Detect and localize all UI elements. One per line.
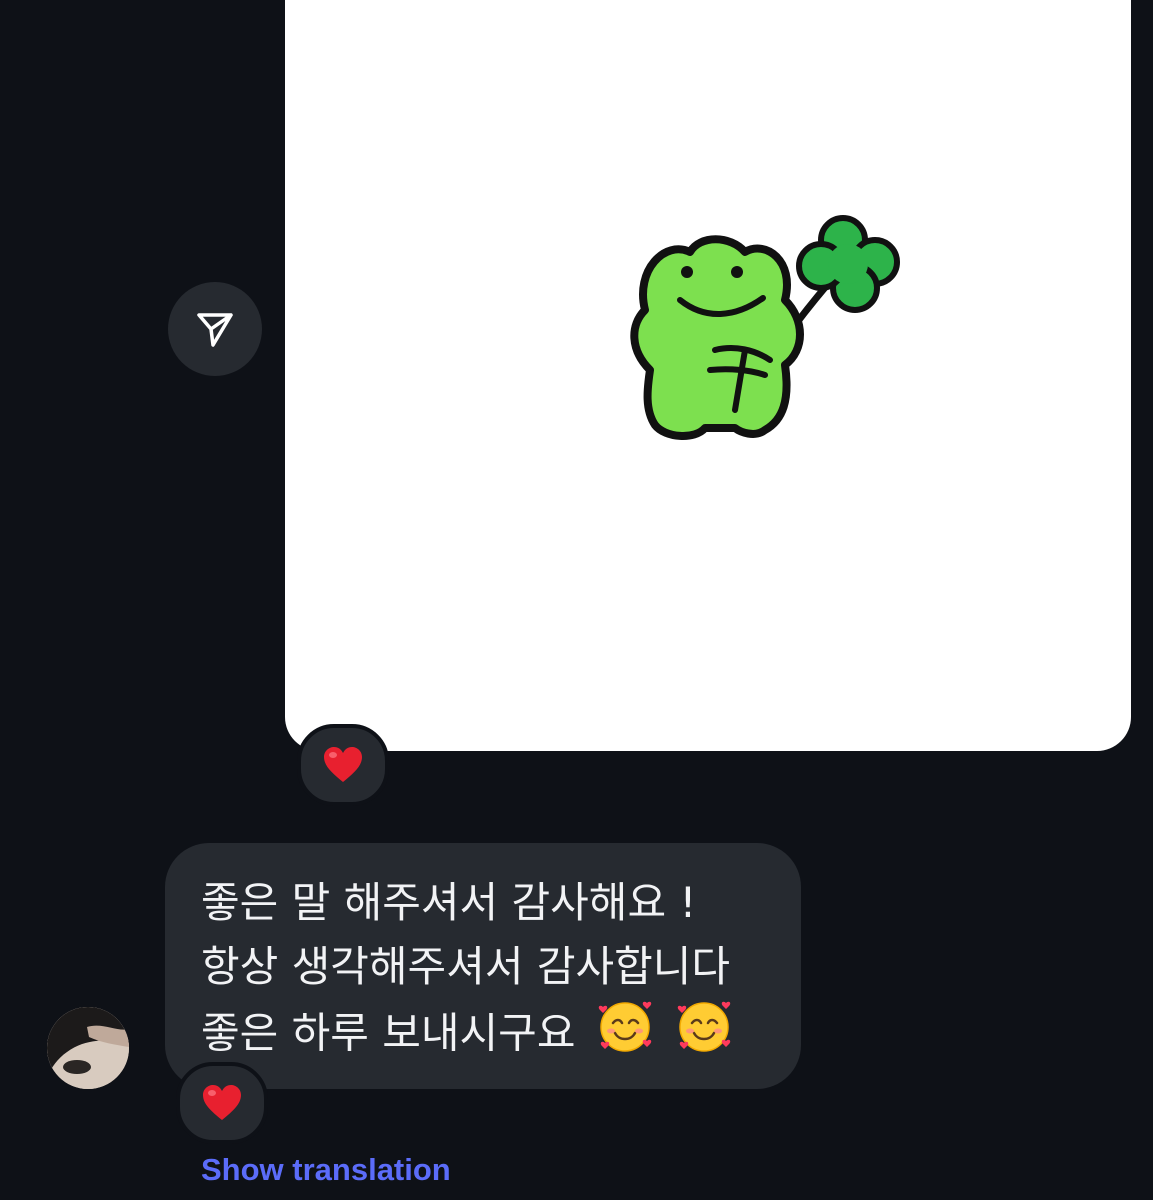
forward-button[interactable]	[168, 282, 262, 376]
image-heart-reaction[interactable]	[297, 724, 389, 806]
message-line-2: 항상 생각해주셔서 감사합니다	[201, 942, 731, 991]
message-heart-reaction[interactable]	[176, 1062, 268, 1144]
message-line-3: 좋은 하루 보내시구요	[201, 999, 765, 1073]
avatar-photo	[47, 1007, 129, 1089]
shared-image-message[interactable]	[285, 0, 1131, 751]
smiling-face-with-hearts-icon	[676, 999, 734, 1073]
smiling-face-with-hearts-icon	[597, 999, 655, 1073]
paper-plane-icon	[197, 313, 233, 347]
message-line-3-text: 좋은 하루 보내시구요	[201, 1008, 576, 1058]
incoming-message-bubble[interactable]: 좋은 말 해주셔서 감사해요 ! 항상 생각해주셔서 감사합니다 좋은 하루 보…	[165, 843, 801, 1089]
sender-avatar[interactable]	[47, 1007, 129, 1089]
frog-clover-sticker	[630, 215, 900, 440]
heart-icon	[203, 1085, 241, 1120]
show-translation-link[interactable]: Show translation	[201, 1152, 451, 1188]
message-line-1: 좋은 말 해주셔서 감사해요 !	[201, 878, 697, 927]
heart-icon	[324, 747, 362, 782]
dm-conversation: 좋은 말 해주셔서 감사해요 ! 항상 생각해주셔서 감사합니다 좋은 하루 보…	[0, 0, 1153, 1200]
